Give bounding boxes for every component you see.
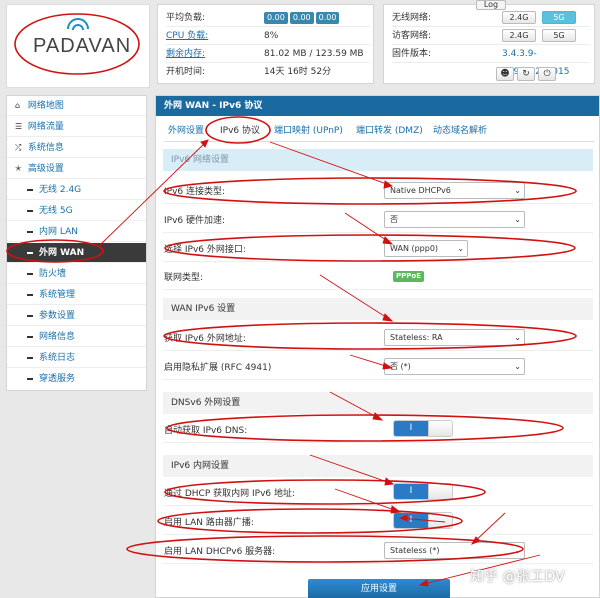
firmware-row: 固件版本: 3.4.3.9-099_20201015: [392, 45, 590, 77]
row-dhcp-lan: 通过 DHCP 获取内网 IPv6 地址: I: [163, 478, 593, 506]
sidebar-item-system-log[interactable]: 系统日志: [7, 348, 146, 368]
wan-iface-select[interactable]: WAN (ppp0) ⌄: [384, 240, 468, 257]
pppoe-badge: PPPoE: [393, 271, 424, 282]
list-icon: ☰: [15, 122, 23, 131]
load-average-row: 平均负载: 0.00 0.00 0.00: [166, 9, 370, 27]
sidebar-item-parameters[interactable]: 参数设置: [7, 306, 146, 326]
network-status-panel: 无线网络: 2.4G 5G 访客网络: 2.4G 5G 固件版本: 3.4.3.…: [383, 4, 595, 84]
hw-accel-select[interactable]: 否 ⌄: [384, 211, 525, 228]
watermark: 知乎 @张工DV: [470, 569, 565, 585]
tab-upnp[interactable]: 端口映射 (UPnP): [274, 124, 343, 138]
wan-addr-select[interactable]: Stateless: RA ⌄: [384, 329, 525, 346]
chevron-down-icon: ⌄: [514, 215, 521, 224]
sidebar-item-network-map[interactable]: ⌂ 网络地图: [7, 96, 146, 116]
row-auto-dns: 自动获取 IPv6 DNS: I: [163, 415, 593, 443]
free-memory-link[interactable]: 剩余内存:: [166, 45, 205, 63]
dhcpv6-server-select[interactable]: Stateless (*) ⌄: [384, 542, 525, 559]
load-15m-badge: 0.00: [315, 12, 340, 24]
home-icon: ⌂: [15, 101, 21, 110]
cpu-load-row: CPU 负载: 8%: [166, 27, 370, 45]
sidebar-item-administration[interactable]: 系统管理: [7, 285, 146, 305]
guest-row: 访客网络: 2.4G 5G: [392, 27, 590, 45]
sidebar-item-wireless-24g[interactable]: 无线 2.4G: [7, 180, 146, 200]
wrench-icon: ✭: [15, 164, 22, 173]
system-status-panel: 平均负载: 0.00 0.00 0.00 CPU 负载: 8% 剩余内存: 81.0…: [157, 4, 374, 84]
load-5m-badge: 0.00: [289, 12, 314, 24]
sidebar-item-network-info[interactable]: 网络信息: [7, 327, 146, 347]
sidebar-item-wan[interactable]: 外网 WAN: [7, 243, 146, 263]
section-dnsv6: DNSv6 外网设置: [163, 392, 593, 414]
row-wan-iface: 选择 IPv6 外网接口: WAN (ppp0) ⌄: [163, 234, 593, 262]
wireless-5g-button[interactable]: 5G: [542, 11, 576, 24]
chevron-down-icon: ⌄: [457, 244, 464, 253]
wireless-row: 无线网络: 2.4G 5G: [392, 9, 590, 27]
tab-wan-settings[interactable]: 外网设置: [168, 124, 204, 138]
apply-button[interactable]: 应用设置: [308, 579, 450, 598]
section-ipv6-lan: IPv6 内网设置: [163, 455, 593, 477]
user-icon[interactable]: ☻: [496, 67, 514, 81]
logo-text: PADAVAN: [33, 35, 132, 57]
row-privacy: 启用隐私扩展 (RFC 4941) 否 (*) ⌄: [163, 352, 593, 380]
row-conn-type: IPv6 连接类型: Native DHCPv6 ⌄: [163, 176, 593, 204]
dhcp-lan-toggle[interactable]: I: [393, 483, 453, 500]
wifi-icon: [67, 18, 89, 31]
wireless-24g-button[interactable]: 2.4G: [502, 11, 536, 24]
cpu-load-link[interactable]: CPU 负载:: [166, 27, 208, 45]
sidebar-item-system-info[interactable]: ⤮ 系统信息: [7, 138, 146, 158]
privacy-select[interactable]: 否 (*) ⌄: [384, 358, 525, 375]
tab-ddns[interactable]: 动态域名解析: [433, 124, 487, 138]
free-memory-row: 剩余内存: 81.02 MB / 123.59 MB: [166, 45, 370, 63]
row-link-type: 联网类型: PPPoE: [163, 262, 593, 290]
sidebar-item-traffic[interactable]: ☰ 网络流量: [7, 117, 146, 137]
power-icon[interactable]: ⏻: [538, 67, 556, 81]
chevron-down-icon: ⌄: [514, 186, 521, 195]
row-lan-ra: 启用 LAN 路由器广播: I: [163, 507, 593, 535]
page-title: 外网 WAN - IPv6 协议: [156, 96, 599, 116]
logo: PADAVAN: [6, 4, 150, 88]
chevron-down-icon: ⌄: [514, 546, 521, 555]
lan-ra-toggle[interactable]: I: [393, 512, 453, 529]
sidebar-item-advanced[interactable]: ✭ 高级设置: [7, 159, 146, 179]
row-dhcpv6-server: 启用 LAN DHCPv6 服务器: Stateless (*) ⌄: [163, 536, 593, 564]
tab-ipv6[interactable]: IPv6 协议: [220, 124, 260, 138]
guest-5g-button[interactable]: 5G: [542, 29, 576, 42]
sidebar-item-wireless-5g[interactable]: 无线 5G: [7, 201, 146, 221]
tab-dmz[interactable]: 端口转发 (DMZ): [356, 124, 423, 138]
sidebar-item-lan[interactable]: 内网 LAN: [7, 222, 146, 242]
refresh-icon[interactable]: ↻: [517, 67, 535, 81]
sidebar-item-firewall[interactable]: 防火墙: [7, 264, 146, 284]
sidebar: ⌂ 网络地图 ☰ 网络流量 ⤮ 系统信息 ✭ 高级设置 无线 2.4G 无线 5…: [6, 95, 147, 391]
load-1m-badge: 0.00: [264, 12, 288, 24]
shuffle-icon: ⤮: [15, 143, 22, 152]
log-button[interactable]: Log: [476, 0, 506, 10]
section-wan-ipv6: WAN IPv6 设置: [163, 298, 593, 320]
auto-dns-toggle[interactable]: I: [393, 420, 453, 437]
chevron-down-icon: ⌄: [514, 333, 521, 342]
uptime-row: 开机时间: 14天 16时 52分: [166, 67, 332, 77]
row-hw-accel: IPv6 硬件加速: 否 ⌄: [163, 205, 593, 233]
conn-type-select[interactable]: Native DHCPv6 ⌄: [384, 182, 525, 199]
guest-24g-button[interactable]: 2.4G: [502, 29, 536, 42]
chevron-down-icon: ⌄: [514, 362, 521, 371]
main-panel: 外网 WAN - IPv6 协议 外网设置 IPv6 协议 端口映射 (UPnP…: [155, 95, 600, 598]
sidebar-item-tunnel[interactable]: 穿透服务: [7, 369, 146, 389]
section-ipv6-network: IPv6 网络设置: [163, 149, 593, 171]
row-wan-addr: 获取 IPv6 外网地址: Stateless: RA ⌄: [163, 323, 593, 351]
